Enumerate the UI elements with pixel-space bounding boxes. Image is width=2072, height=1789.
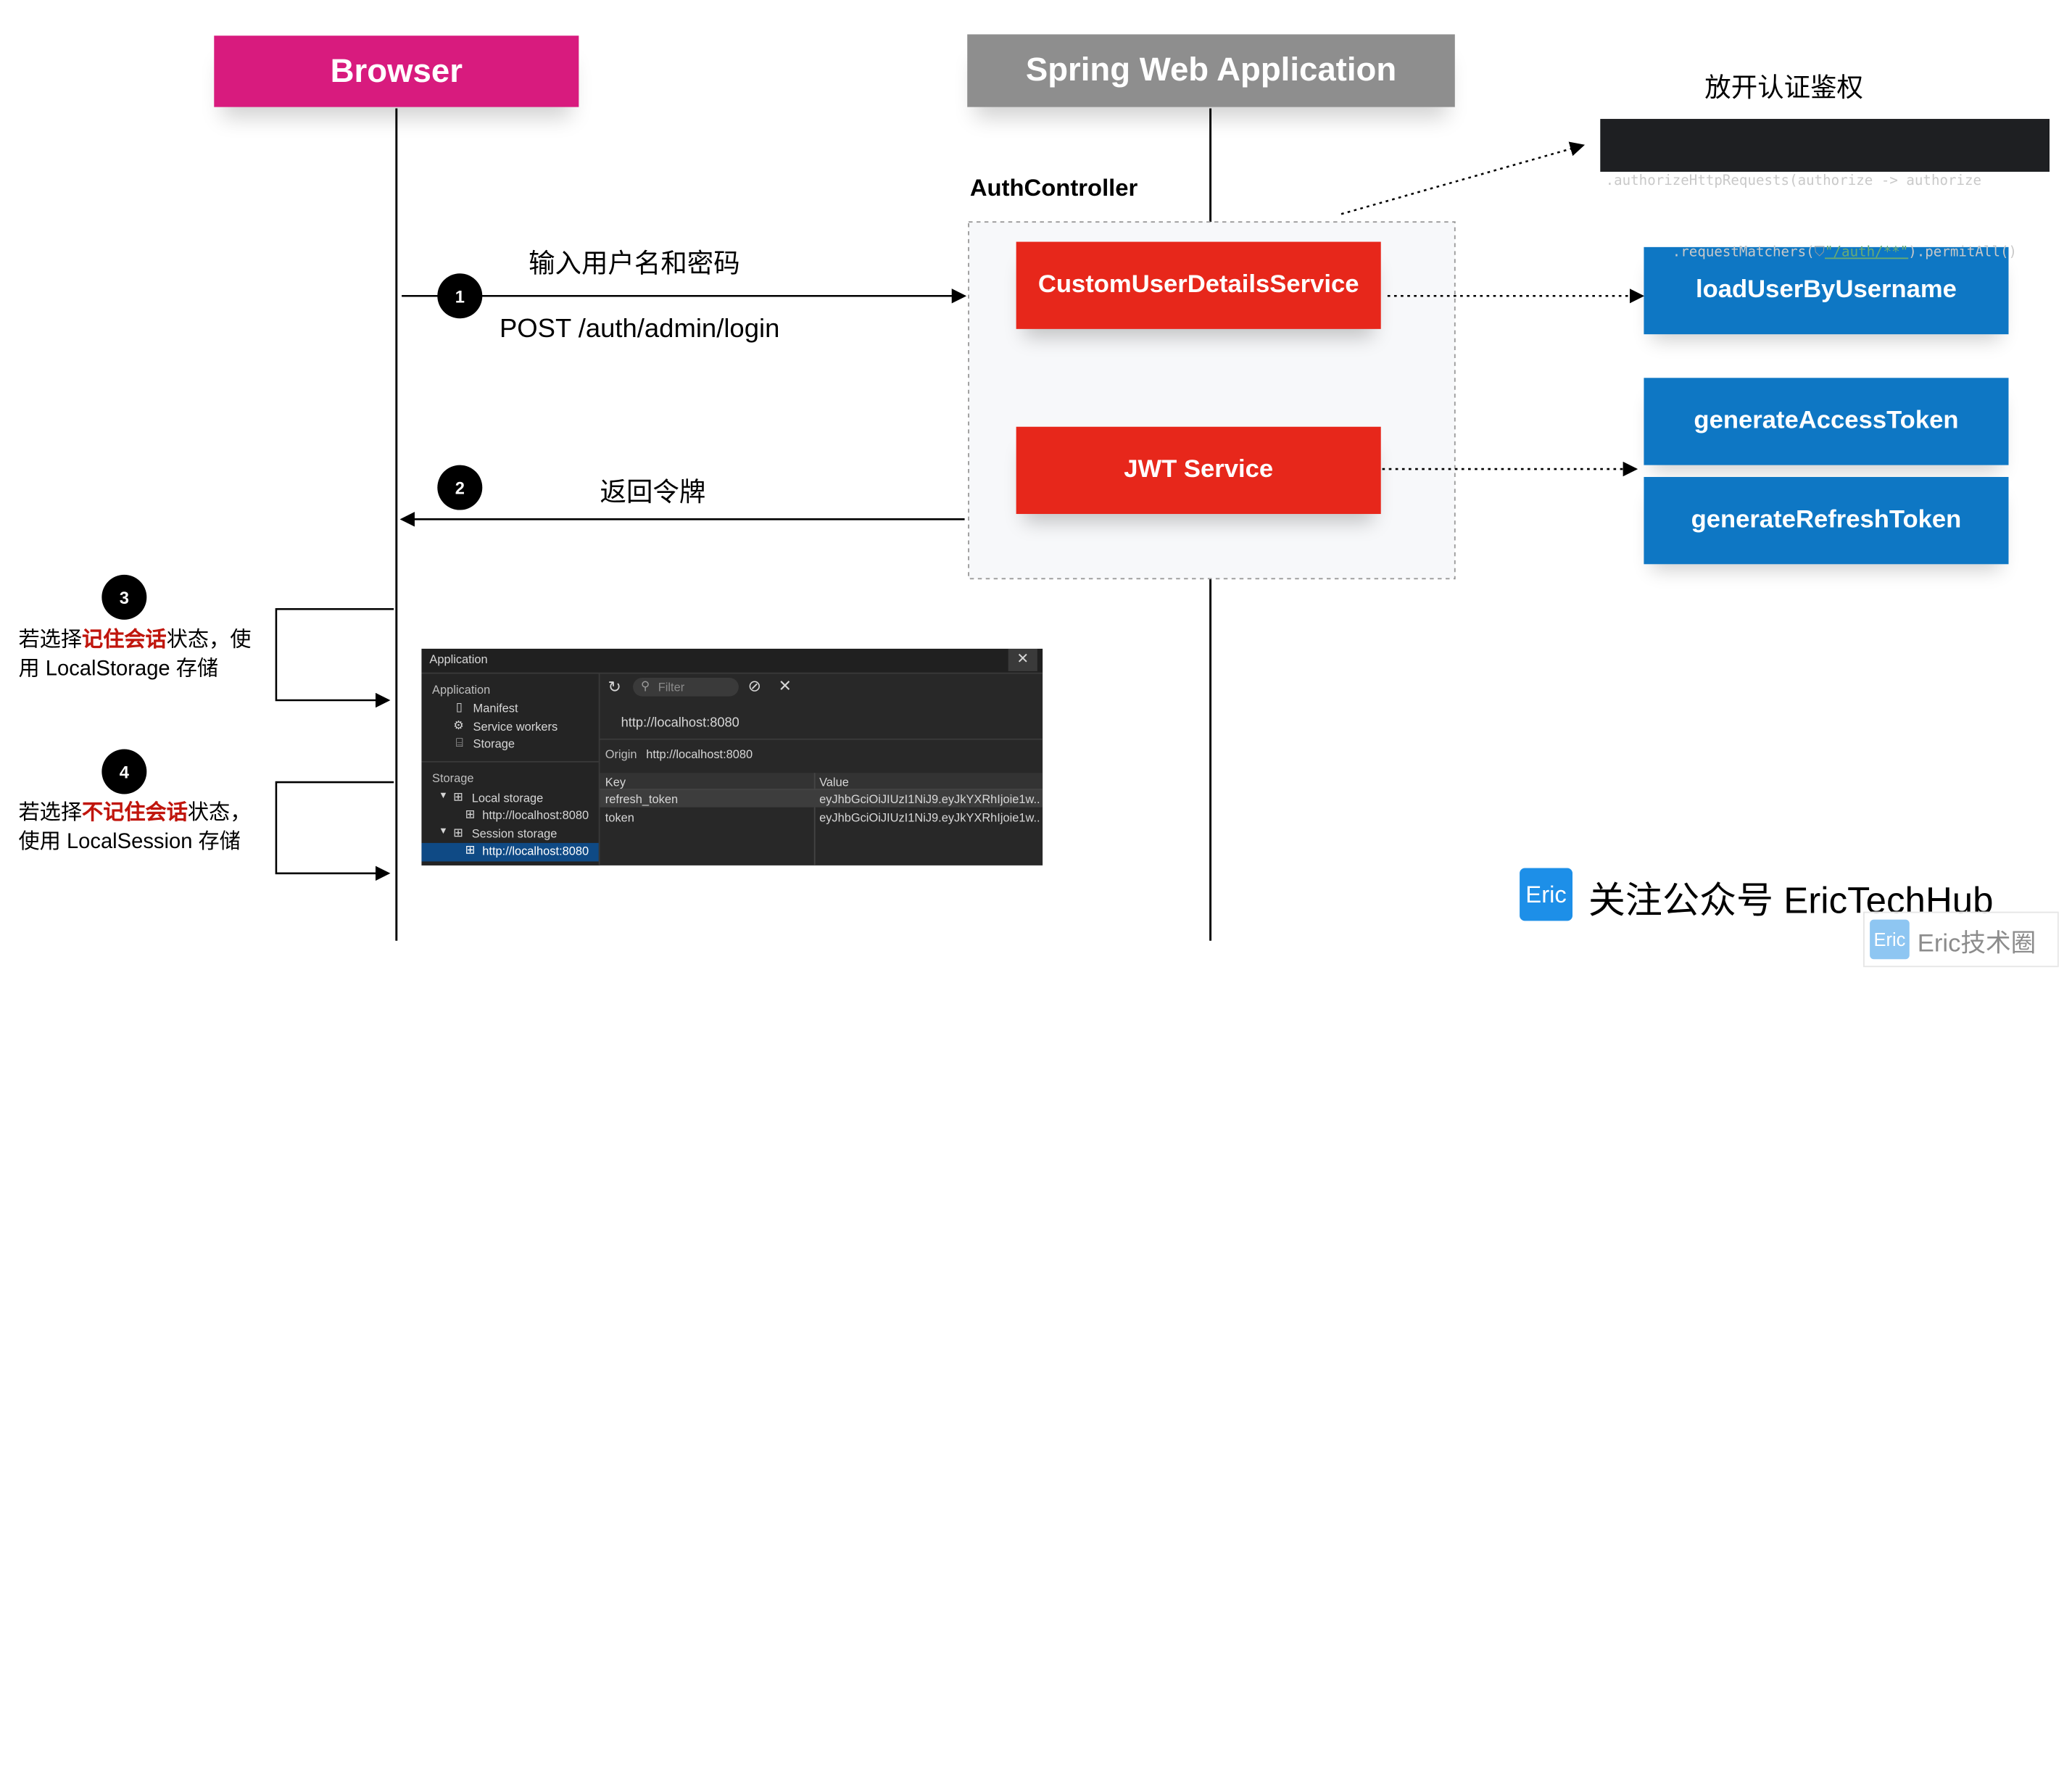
sidebar-item-manifest[interactable]: Manifest [473, 702, 518, 715]
step-1-badge: 1 [437, 273, 483, 319]
permit-code-line1: .authorizeHttpRequests(authorize -> auth… [1605, 173, 1982, 189]
step-4-note: 若选择不记住会话状态， 使用 LocalSession 存储 [18, 802, 252, 854]
row-2-value: eyJhbGciOiJIUzI1NiJ9.eyJkYXRhIjoie1w... [819, 811, 1040, 825]
generate-refresh-token-method: generateRefreshToken [1644, 476, 2009, 565]
delete-icon[interactable]: ✕ [779, 676, 792, 695]
filter-placeholder: Filter [658, 680, 685, 694]
origin-label: Origin [605, 747, 637, 761]
step4-bracket [275, 781, 394, 881]
eric-logo: Eric [1520, 868, 1573, 921]
auth-controller-title: AuthController [969, 174, 1138, 202]
sidebar-item-local-storage[interactable]: Local storage [472, 792, 544, 805]
sidebar-item-service-workers[interactable]: Service workers [473, 720, 558, 733]
generate-refresh-token-label: generateRefreshToken [1691, 506, 1962, 534]
custom-user-details-service: CustomUserDetailsService [1016, 241, 1381, 329]
step-2-badge: 2 [437, 465, 483, 510]
row-1-value: eyJhbGciOiJIUzI1NiJ9.eyJkYXRhIjoie1w... [819, 792, 1040, 806]
generate-access-token-method: generateAccessToken [1644, 378, 2009, 465]
origin-heading: http://localhost:8080 [621, 715, 739, 731]
row-2-key: token [605, 811, 634, 825]
shield-icon: ⛉ [1814, 244, 1826, 261]
step-3-emphasis: 记住会话 [82, 628, 167, 652]
devtools-panel: Application ✕ Application ▯ Manifest ⚙ S… [421, 648, 1043, 866]
sidebar-divider [421, 760, 599, 763]
manifest-icon: ▯ [455, 700, 463, 714]
filter-input[interactable]: ⚲ Filter [633, 678, 739, 697]
chevron-down-icon[interactable]: ▼ [439, 827, 448, 837]
step-3-note: 若选择记住会话状态，使 用 LocalStorage 存储 [18, 628, 252, 681]
step3-bracket [275, 607, 394, 708]
sidebar-section-storage: Storage [432, 771, 474, 785]
refresh-icon[interactable]: ↻ [608, 678, 621, 697]
watermark: Eric Eric技术圈 [1863, 911, 2059, 968]
permit-title: 放开认证鉴权 [1704, 74, 1864, 104]
watermark-text: Eric技术圈 [1917, 930, 2036, 958]
grid-icon: ⊞ [453, 789, 463, 804]
chevron-down-icon[interactable]: ▼ [439, 792, 448, 801]
storage-table: Key Value refresh_token eyJhbGciOiJIUzI1… [600, 773, 1043, 866]
clear-all-icon[interactable]: ⊘ [748, 676, 761, 695]
eric-logo-text: Eric [1525, 880, 1567, 908]
sidebar-item-storage[interactable]: Storage [473, 737, 515, 750]
step-2-label: 返回令牌 [600, 478, 706, 507]
devtools-title: Application [429, 652, 488, 666]
jwt-service: JWT Service [1016, 426, 1381, 515]
grid-icon: ⊞ [465, 807, 476, 821]
permit-code-snippet: .authorizeHttpRequests(authorize -> auth… [1600, 119, 2050, 260]
step-1-label-bottom: POST /auth/admin/login [499, 314, 780, 344]
step-4-badge: 4 [101, 749, 147, 794]
column-header-value[interactable]: Value [819, 776, 849, 789]
step-3-badge: 3 [101, 574, 147, 620]
watermark-logo: Eric [1870, 919, 1910, 960]
step-1-label-top: 输入用户名和密码 [529, 249, 740, 279]
column-header-key[interactable]: Key [605, 776, 626, 789]
grid-icon: ⊞ [453, 826, 463, 839]
filter-icon: ⚲ [641, 678, 650, 693]
sidebar-item-session-storage[interactable]: Session storage [472, 827, 558, 840]
permit-link [1340, 141, 1586, 215]
sidebar-item-session-origin[interactable]: http://localhost:8080 [482, 844, 589, 858]
gear-icon: ⚙ [453, 718, 464, 732]
devtools-titlebar: Application ✕ [421, 648, 1043, 674]
permit-code-line2: .requestMatchers(⛉"/auth/**").permitAll(… [1605, 244, 2018, 261]
row-1-key: refresh_token [605, 792, 679, 806]
database-icon: ⌸ [455, 736, 463, 750]
sidebar-item-local-origin[interactable]: http://localhost:8080 [482, 808, 589, 821]
close-icon[interactable]: ✕ [1008, 648, 1037, 671]
generate-access-token-label: generateAccessToken [1694, 407, 1959, 435]
origin-divider [600, 738, 1043, 740]
origin-value: http://localhost:8080 [646, 747, 753, 761]
devtools-sidebar: Application ▯ Manifest ⚙ Service workers… [421, 673, 600, 866]
jwt-service-label: JWT Service [1124, 455, 1274, 484]
step-4-emphasis: 不记住会话 [82, 802, 188, 825]
grid-icon: ⊞ [465, 842, 476, 857]
custom-user-details-label: CustomUserDetailsService [1037, 270, 1359, 299]
sidebar-section-application: Application [432, 683, 491, 697]
